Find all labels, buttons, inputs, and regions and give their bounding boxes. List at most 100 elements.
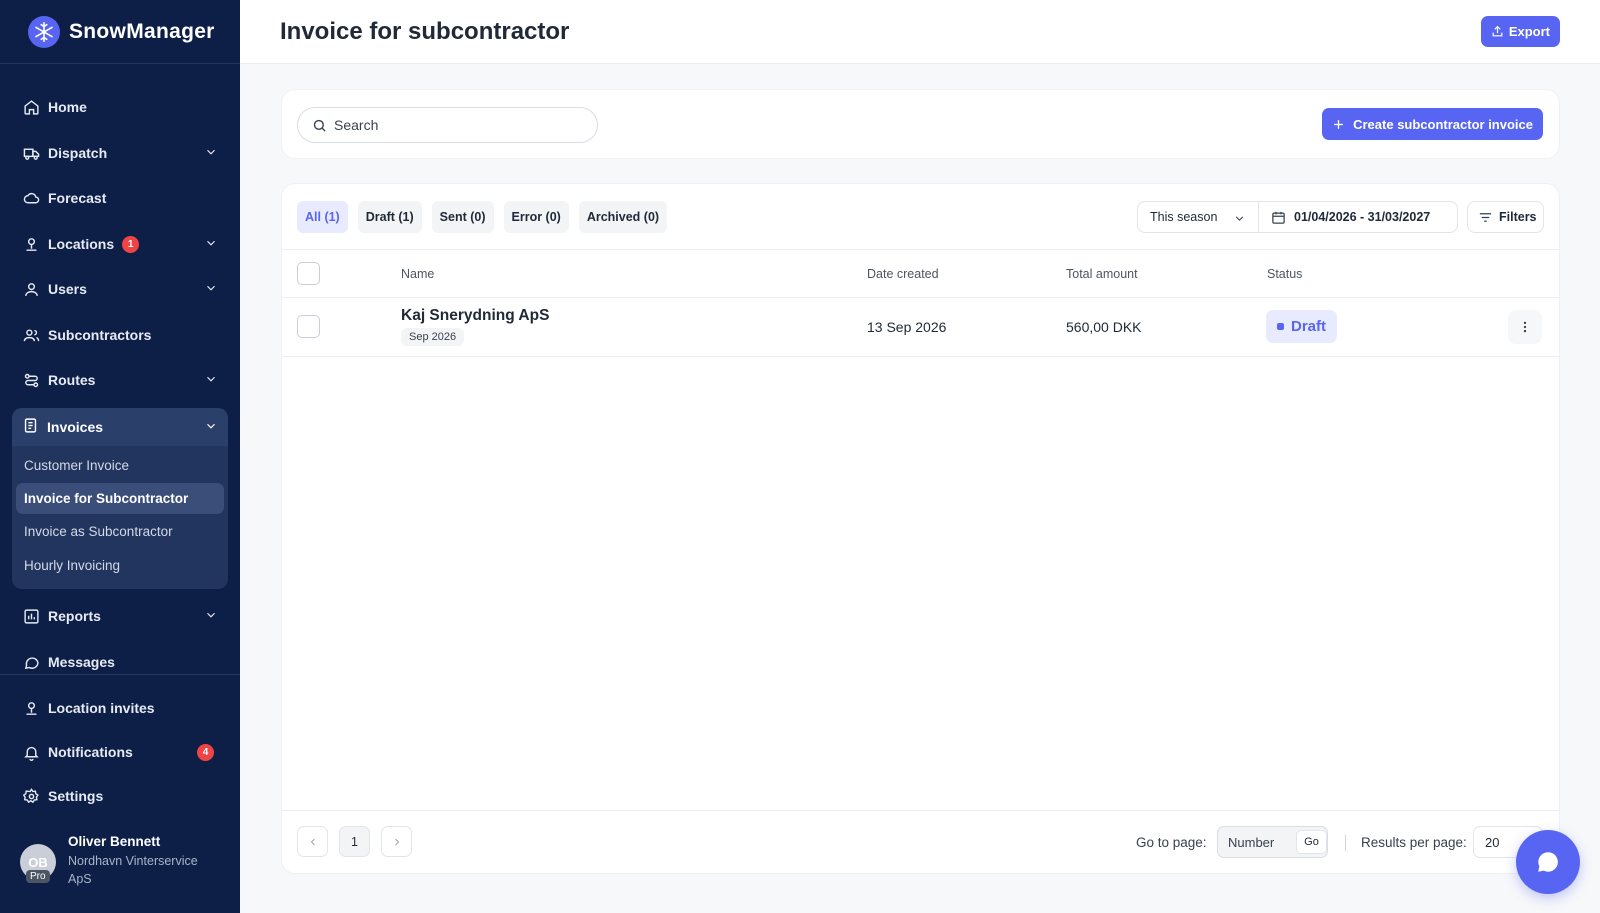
column-name[interactable]: Name [401,267,434,281]
sidebar-item-label: Reports [48,608,101,624]
notifications-count-badge: 4 [197,744,214,761]
column-date-created[interactable]: Date created [867,267,939,281]
page-title: Invoice for subcontractor [280,18,570,45]
sidebar-item-settings[interactable]: Settings [12,777,228,815]
message-icon [22,653,40,671]
plan-badge: Pro [26,870,50,883]
column-status[interactable]: Status [1267,267,1302,281]
season-value: This season [1150,210,1218,224]
user-organization: Nordhavn Vinterservice ApS [68,854,198,886]
sidebar-item-subcontractors[interactable]: Subcontractors [12,316,228,354]
search-card: Create subcontractor invoice [281,89,1560,159]
goto-page-field: Go [1217,826,1328,858]
row-total-amount: 560,00 DKK [1066,319,1142,335]
truck-icon [22,144,40,162]
sidebar-subitem-invoice-for-subcontractor[interactable]: Invoice for Subcontractor [16,483,224,514]
table-row[interactable]: Kaj Snerydning ApS Sep 2026 13 Sep 2026 … [282,298,1559,357]
next-page-button[interactable] [381,826,412,857]
sidebar-item-location-invites[interactable]: Location invites [12,689,228,727]
create-subcontractor-invoice-button[interactable]: Create subcontractor invoice [1322,108,1543,140]
sidebar-item-forecast[interactable]: Forecast [12,179,228,217]
brand[interactable]: SnowManager [0,0,240,64]
tab-error[interactable]: Error (0) [503,201,569,233]
sidebar-item-label: Home [48,99,87,115]
sidebar-item-label: Users [48,281,87,297]
location-pin-icon [22,235,40,253]
select-all-checkbox[interactable] [297,262,320,285]
home-icon [22,98,40,116]
sidebar-subitem-invoice-as-subcontractor[interactable]: Invoice as Subcontractor [16,516,224,547]
chevron-down-icon[interactable] [204,281,218,298]
search-input[interactable] [334,117,584,133]
chevron-down-icon[interactable] [204,608,218,625]
chat-button[interactable] [1516,830,1580,894]
tab-archived[interactable]: Archived (0) [578,201,668,233]
chevron-down-icon [1233,212,1246,228]
sidebar-item-notifications[interactable]: Notifications 4 [12,733,228,771]
sidebar-item-home[interactable]: Home [12,88,228,126]
user-profile[interactable]: OB Pro Oliver Bennett Nordhavn Vinterser… [20,830,230,890]
page-number-button[interactable]: 1 [339,826,370,857]
pager-divider [1345,835,1346,851]
bell-icon [22,743,40,761]
sidebar-item-reports[interactable]: Reports [12,597,228,635]
plus-icon [1334,119,1343,129]
chevron-left-icon [310,838,315,845]
sidebar-item-invoices[interactable]: Invoices [12,408,228,446]
chevron-down-icon[interactable] [204,372,218,389]
status-dot-icon [1277,323,1284,330]
chevron-down-icon[interactable] [204,145,218,162]
sidebar-subitem-customer-invoice[interactable]: Customer Invoice [16,450,224,481]
export-button[interactable]: Export [1480,16,1560,47]
goto-page-label: Go to page: [1136,835,1207,850]
chevron-down-icon[interactable] [204,419,218,436]
sidebar-item-routes[interactable]: Routes [12,361,228,399]
tab-sent[interactable]: Sent (0) [431,201,494,233]
location-invite-icon [22,699,40,717]
pagination: 1 Go to page: Go Results per page: 20 [282,810,1559,873]
search-icon [313,119,326,132]
chevron-right-icon [394,838,399,845]
sidebar: SnowManager Home Dispatch Forecast Locat… [0,0,240,913]
export-label: Export [1508,24,1550,39]
goto-page-input[interactable] [1228,834,1296,850]
more-vertical-icon [1523,321,1527,333]
cloud-icon [22,189,40,207]
filter-lines-icon [1479,212,1492,222]
row-name[interactable]: Kaj Snerydning ApS [401,307,549,325]
date-range-picker[interactable]: 01/04/2026 - 31/03/2027 [1258,201,1458,233]
row-actions-button[interactable] [1508,310,1542,344]
prev-page-button[interactable] [297,826,328,857]
sidebar-item-label: Location invites [48,700,155,716]
row-checkbox[interactable] [297,315,320,338]
season-select[interactable]: This season [1137,201,1259,233]
chat-bubble-icon [1538,852,1558,872]
invoice-table-card: All (1) Draft (1) Sent (0) Error (0) Arc… [281,183,1560,874]
row-date-created: 13 Sep 2026 [867,319,947,335]
users-icon [22,326,40,344]
chevron-down-icon[interactable] [204,236,218,253]
search-field[interactable] [297,107,598,143]
sidebar-item-label: Forecast [48,190,107,206]
sidebar-item-label: Locations [48,236,115,252]
tab-draft[interactable]: Draft (1) [357,201,422,233]
table-header: Name Date created Total amount Status [282,249,1559,298]
go-button[interactable]: Go [1296,830,1327,854]
sidebar-item-label: Messages [48,654,115,670]
sidebar-item-dispatch[interactable]: Dispatch [12,134,228,172]
snowflake-logo-icon [28,15,60,48]
topbar: Invoice for subcontractor Export [240,0,1600,64]
sidebar-item-messages[interactable]: Messages [12,643,228,681]
create-label: Create subcontractor invoice [1353,116,1533,132]
results-per-page-label: Results per page: [1361,835,1467,850]
filters-button[interactable]: Filters [1467,201,1544,233]
export-icon [1492,25,1503,37]
sidebar-divider [0,674,240,675]
status-badge: Draft [1266,310,1338,343]
sidebar-item-users[interactable]: Users [12,270,228,308]
tab-all[interactable]: All (1) [297,201,348,233]
sidebar-subitem-hourly-invoicing[interactable]: Hourly Invoicing [16,550,224,581]
gear-icon [22,787,40,805]
column-total-amount[interactable]: Total amount [1066,267,1138,281]
sidebar-item-locations[interactable]: Locations 1 [12,225,228,263]
